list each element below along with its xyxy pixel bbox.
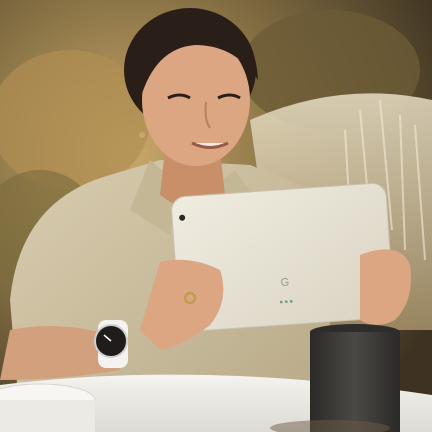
photo: G: [0, 0, 432, 432]
earring: [139, 132, 145, 138]
tablet-logo: G: [280, 276, 289, 289]
photo-scene: G: [0, 0, 432, 432]
bowl-body: [0, 400, 95, 432]
smile: [191, 141, 229, 149]
cup: [310, 332, 400, 432]
